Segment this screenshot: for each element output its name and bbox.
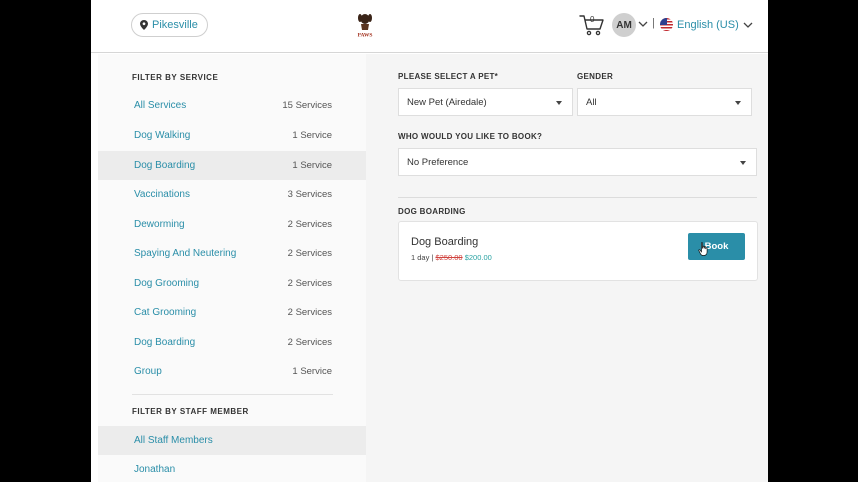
caret-down-icon xyxy=(740,161,746,165)
location-selector[interactable]: Pikesville xyxy=(131,13,208,37)
service-count: 2 Services xyxy=(287,219,332,230)
staff-item-jonathan[interactable]: Jonathan xyxy=(98,455,366,482)
service-count: 1 Service xyxy=(292,130,332,141)
service-item-all-services[interactable]: All Services 15 Services xyxy=(98,91,366,120)
us-flag-icon xyxy=(660,18,673,31)
brand-logo[interactable]: PAWS xyxy=(350,11,380,39)
service-name: Spaying And Neutering xyxy=(134,248,237,259)
map-pin-icon xyxy=(140,20,148,30)
sidebar-divider xyxy=(132,394,333,395)
gender-select[interactable]: All xyxy=(577,88,752,116)
service-item-deworming[interactable]: Deworming 2 Services xyxy=(98,210,366,239)
service-name: Deworming xyxy=(134,219,185,230)
service-name: Cat Grooming xyxy=(134,307,197,318)
user-avatar[interactable]: AM xyxy=(612,13,636,37)
service-duration: 1 day | xyxy=(411,253,434,262)
service-card-meta: 1 day | $250.00 $200.00 xyxy=(411,253,492,262)
pet-select-label: PLEASE SELECT A PET* xyxy=(398,72,499,81)
service-count: 15 Services xyxy=(282,100,332,111)
service-name: Dog Grooming xyxy=(134,278,200,289)
service-name: Vaccinations xyxy=(134,189,190,200)
original-price: $250.00 xyxy=(435,253,463,262)
service-item-group[interactable]: Group 1 Service xyxy=(98,357,366,386)
service-name: Group xyxy=(134,366,162,377)
header-separator: | xyxy=(652,17,655,29)
hand-pointer-cursor-icon xyxy=(698,242,708,256)
service-card: Dog Boarding 1 day | $250.00 $200.00 Boo… xyxy=(398,221,758,281)
service-item-dog-boarding-2[interactable]: Dog Boarding 2 Services xyxy=(98,328,366,357)
service-item-dog-boarding[interactable]: Dog Boarding 1 Service xyxy=(98,151,366,180)
service-name: Dog Boarding xyxy=(134,337,196,348)
staff-name: All Staff Members xyxy=(134,435,213,446)
service-item-spaying-and-neutering[interactable]: Spaying And Neutering 2 Services xyxy=(98,239,366,268)
staff-preference-select[interactable]: No Preference xyxy=(398,148,757,176)
service-count: 3 Services xyxy=(287,189,332,200)
chevron-down-icon[interactable] xyxy=(638,20,648,28)
service-item-dog-walking[interactable]: Dog Walking 1 Service xyxy=(98,121,366,150)
location-name: Pikesville xyxy=(152,19,198,31)
service-count: 1 Service xyxy=(292,160,332,171)
discounted-price: $200.00 xyxy=(464,253,492,262)
filter-by-staff-title: FILTER BY STAFF MEMBER xyxy=(132,407,249,416)
service-count: 2 Services xyxy=(287,337,332,348)
service-section-title: DOG BOARDING xyxy=(398,207,466,216)
filter-by-service-title: FILTER BY SERVICE xyxy=(132,73,219,82)
caret-down-icon xyxy=(556,101,562,105)
service-card-title: Dog Boarding xyxy=(411,236,479,248)
gender-select-value: All xyxy=(586,96,597,108)
cart-count-badge: 0 xyxy=(590,15,595,24)
caret-down-icon xyxy=(735,101,741,105)
pet-select[interactable]: New Pet (Airedale) xyxy=(398,88,573,116)
staff-item-all-staff-members[interactable]: All Staff Members xyxy=(98,426,366,455)
service-count: 2 Services xyxy=(287,307,332,318)
booking-panel: PLEASE SELECT A PET* GENDER New Pet (Air… xyxy=(366,54,768,482)
service-name: Dog Walking xyxy=(134,130,191,141)
language-selector[interactable]: English (US) xyxy=(660,18,753,31)
chevron-down-icon xyxy=(743,22,753,28)
pet-select-value: New Pet (Airedale) xyxy=(407,96,487,108)
service-item-vaccinations[interactable]: Vaccinations 3 Services xyxy=(98,180,366,209)
staff-preference-label: WHO WOULD YOU LIKE TO BOOK? xyxy=(398,132,543,141)
app-window: Pikesville PAWS 0 AM | English (US) FILT… xyxy=(91,0,768,482)
logo-text: PAWS xyxy=(358,33,373,39)
filter-sidebar: FILTER BY SERVICE All Services 15 Servic… xyxy=(98,54,366,482)
staff-name: Jonathan xyxy=(134,464,176,475)
service-item-dog-grooming[interactable]: Dog Grooming 2 Services xyxy=(98,269,366,298)
service-count: 1 Service xyxy=(292,366,332,377)
book-button[interactable]: Book xyxy=(688,233,745,260)
section-divider xyxy=(398,197,757,198)
service-item-cat-grooming[interactable]: Cat Grooming 2 Services xyxy=(98,298,366,327)
top-header: Pikesville PAWS 0 AM | English (US) xyxy=(91,0,768,53)
service-count: 2 Services xyxy=(287,248,332,259)
service-name: Dog Boarding xyxy=(134,160,196,171)
staff-preference-value: No Preference xyxy=(407,156,469,168)
cart-button[interactable]: 0 xyxy=(579,14,605,36)
language-label: English (US) xyxy=(677,18,739,31)
gender-select-label: GENDER xyxy=(577,72,614,81)
service-name: All Services xyxy=(134,100,187,111)
service-count: 2 Services xyxy=(287,278,332,289)
